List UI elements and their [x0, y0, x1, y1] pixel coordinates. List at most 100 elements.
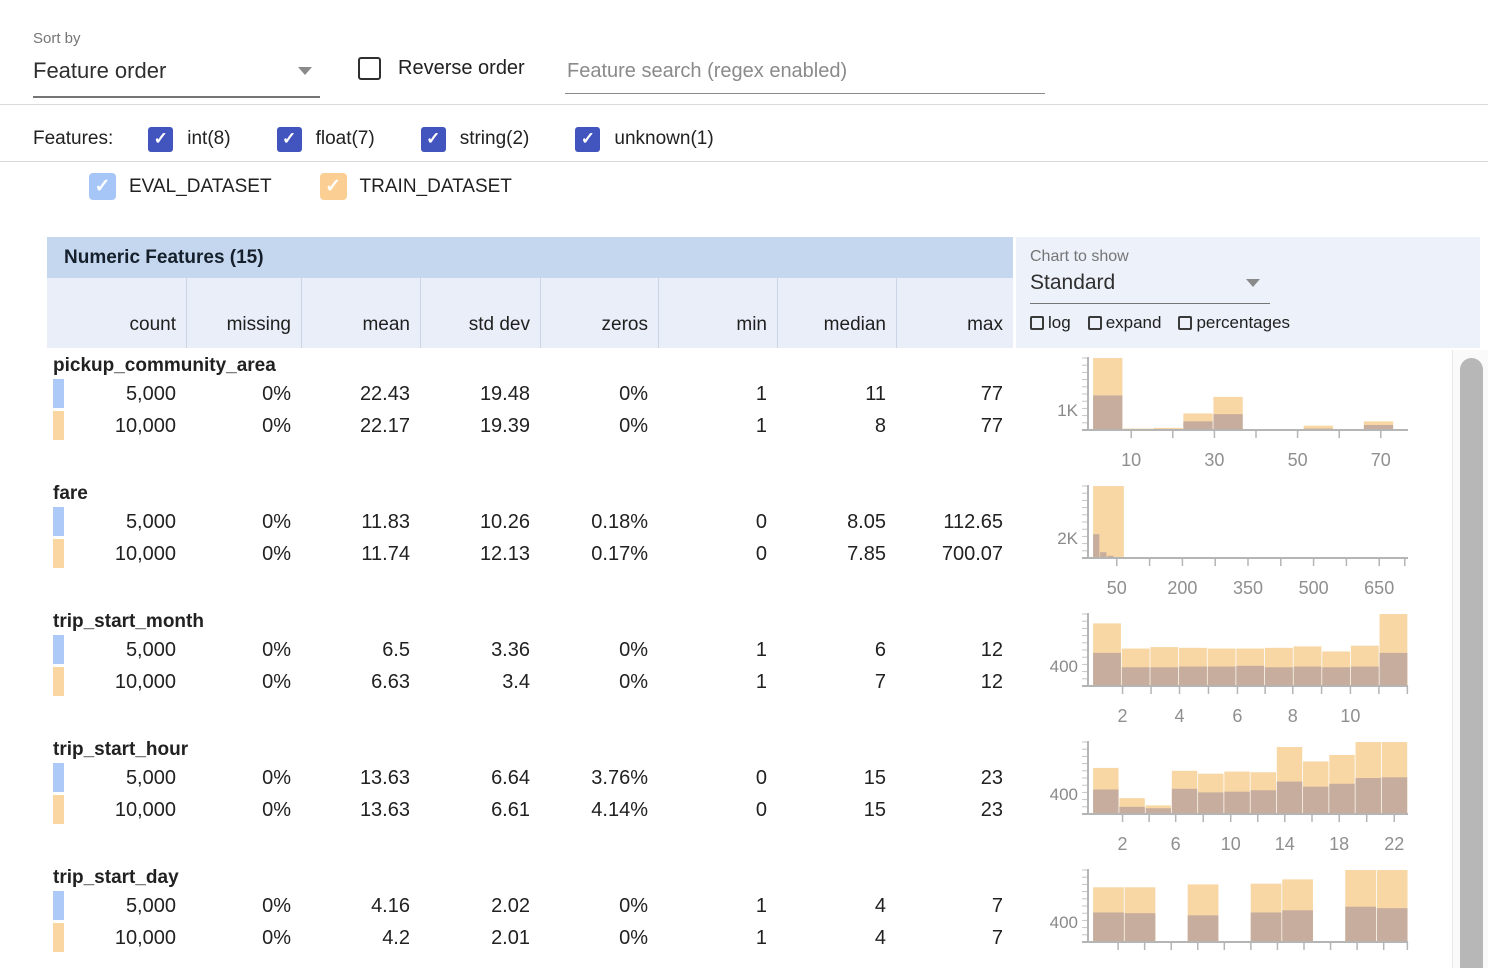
svg-text:400: 400 [1050, 913, 1078, 932]
svg-text:200: 200 [1167, 578, 1197, 598]
stat-cell: 15 [777, 762, 896, 794]
stat-cell: 700.07 [896, 538, 1013, 570]
type-filter-label: string(2) [460, 128, 530, 150]
stat-cell: 10,000 [47, 922, 186, 954]
stat-cell: 10.26 [420, 506, 540, 538]
stat-cell: 5,000 [47, 890, 186, 922]
stat-cell: 3.76% [540, 762, 658, 794]
stat-cell: 0% [540, 378, 658, 410]
chart-option-expand[interactable]: expand [1088, 313, 1162, 333]
chevron-down-icon [1246, 279, 1260, 287]
stat-cell: 0% [186, 634, 301, 666]
stat-cell: 8.05 [777, 506, 896, 538]
checkbox-checked-icon[interactable]: ✓ [89, 173, 116, 200]
stat-cell: 11.83 [301, 506, 420, 538]
stat-cell: 10,000 [47, 794, 186, 826]
checkbox-checked-icon[interactable]: ✓ [277, 127, 302, 152]
feature-charts-column: 1K103050702K5020035050065040024681040026… [1030, 352, 1460, 968]
stat-cell: 0% [186, 506, 301, 538]
reverse-order-checkbox[interactable]: Reverse order [358, 57, 525, 80]
stat-row-eval: 5,0000%13.636.643.76%01523 [47, 762, 1013, 794]
type-filter-int[interactable]: ✓ int(8) [148, 127, 230, 152]
dataset-label: EVAL_DATASET [129, 176, 272, 198]
dataset-toggle-eval_dataset[interactable]: ✓ EVAL_DATASET [89, 173, 272, 200]
svg-text:400: 400 [1050, 657, 1078, 676]
feature-table-body: pickup_community_area5,0000%22.4319.480%… [47, 352, 1013, 968]
stat-cell: 6.64 [420, 762, 540, 794]
stat-cell: 0% [540, 634, 658, 666]
stat-cell: 3.36 [420, 634, 540, 666]
checkbox-unchecked-icon[interactable] [358, 57, 381, 80]
chart-option-label: percentages [1196, 313, 1290, 333]
stat-cell: 3.4 [420, 666, 540, 698]
checkbox-unchecked-icon[interactable] [1088, 316, 1102, 330]
stat-row-train: 10,0000%13.636.614.14%01523 [47, 794, 1013, 826]
chart-type-dropdown[interactable]: Standard [1030, 268, 1270, 304]
chart-option-label: expand [1106, 313, 1162, 333]
feature-search-input[interactable] [565, 52, 1045, 94]
stat-cell: 2.01 [420, 922, 540, 954]
chart-option-log[interactable]: log [1030, 313, 1071, 333]
feature-group-trip_start_month: trip_start_month5,0000%6.53.360%161210,0… [47, 608, 1013, 736]
svg-text:70: 70 [1371, 450, 1391, 470]
checkbox-checked-icon[interactable]: ✓ [320, 173, 347, 200]
checkbox-checked-icon[interactable]: ✓ [421, 127, 446, 152]
checkbox-checked-icon[interactable]: ✓ [575, 127, 600, 152]
stat-row-train: 10,0000%11.7412.130.17%07.85700.07 [47, 538, 1013, 570]
stats-column-headers: countmissingmeanstd devzerosminmedianmax [47, 278, 1013, 348]
stat-cell: 0% [540, 890, 658, 922]
stat-cell: 11.74 [301, 538, 420, 570]
numeric-features-title: Numeric Features (15) [64, 247, 264, 269]
eval-dataset-marker [53, 891, 64, 920]
divider [0, 104, 1488, 105]
checkbox-unchecked-icon[interactable] [1178, 316, 1192, 330]
stat-cell: 4 [777, 922, 896, 954]
stat-cell: 1 [658, 378, 777, 410]
checkbox-unchecked-icon[interactable] [1030, 316, 1044, 330]
histogram-pickup_community_area: 1K10305070 [1030, 352, 1460, 478]
sort-by-label: Sort by [33, 30, 81, 47]
stat-cell: 0.17% [540, 538, 658, 570]
dataset-legend: ✓ EVAL_DATASET ✓TRAIN_DATASET [89, 173, 512, 200]
scrollbar-thumb[interactable] [1460, 358, 1483, 968]
stat-cell: 0% [540, 666, 658, 698]
svg-text:18: 18 [1329, 834, 1349, 854]
stat-cell: 4.2 [301, 922, 420, 954]
stat-cell: 13.63 [301, 762, 420, 794]
chart-option-percentages[interactable]: percentages [1178, 313, 1290, 333]
type-filter-string[interactable]: ✓ string(2) [421, 127, 530, 152]
stat-cell: 0% [186, 538, 301, 570]
stat-cell: 0% [186, 762, 301, 794]
type-filter-label: int(8) [187, 128, 230, 150]
stat-row-eval: 5,0000%22.4319.480%11177 [47, 378, 1013, 410]
eval-dataset-marker [53, 763, 64, 792]
feature-name: fare [47, 480, 1013, 506]
stat-cell: 8 [777, 410, 896, 442]
eval-dataset-marker [53, 379, 64, 408]
svg-text:10: 10 [1340, 706, 1360, 726]
svg-text:8: 8 [1288, 706, 1298, 726]
stat-cell: 1 [658, 634, 777, 666]
svg-text:2: 2 [1118, 706, 1128, 726]
histogram-fare: 2K50200350500650 [1030, 480, 1460, 606]
checkbox-checked-icon[interactable]: ✓ [148, 127, 173, 152]
stat-cell: 4.16 [301, 890, 420, 922]
stat-row-train: 10,0000%6.633.40%1712 [47, 666, 1013, 698]
feature-group-trip_start_hour: trip_start_hour5,0000%13.636.643.76%0152… [47, 736, 1013, 864]
stat-cell: 15 [777, 794, 896, 826]
vertical-scrollbar[interactable] [1452, 350, 1488, 968]
type-filter-unknown[interactable]: ✓unknown(1) [575, 127, 713, 152]
stat-cell: 23 [896, 794, 1013, 826]
dataset-toggle-train_dataset[interactable]: ✓TRAIN_DATASET [320, 173, 512, 200]
stat-cell: 0% [186, 794, 301, 826]
chart-controls-panel: Chart to show Standard logexpandpercenta… [1016, 237, 1480, 348]
svg-text:2: 2 [1118, 834, 1128, 854]
stat-cell: 1 [658, 890, 777, 922]
facets-overview-app: Sort by Feature order Reverse order Feat… [0, 0, 1488, 968]
column-header-mean: mean [301, 278, 420, 348]
type-filter-float[interactable]: ✓float(7) [277, 127, 375, 152]
histogram-trip_start_day: 400 [1030, 864, 1460, 968]
stat-cell: 0 [658, 538, 777, 570]
sort-by-dropdown[interactable]: Feature order [33, 56, 320, 98]
svg-text:50: 50 [1288, 450, 1308, 470]
